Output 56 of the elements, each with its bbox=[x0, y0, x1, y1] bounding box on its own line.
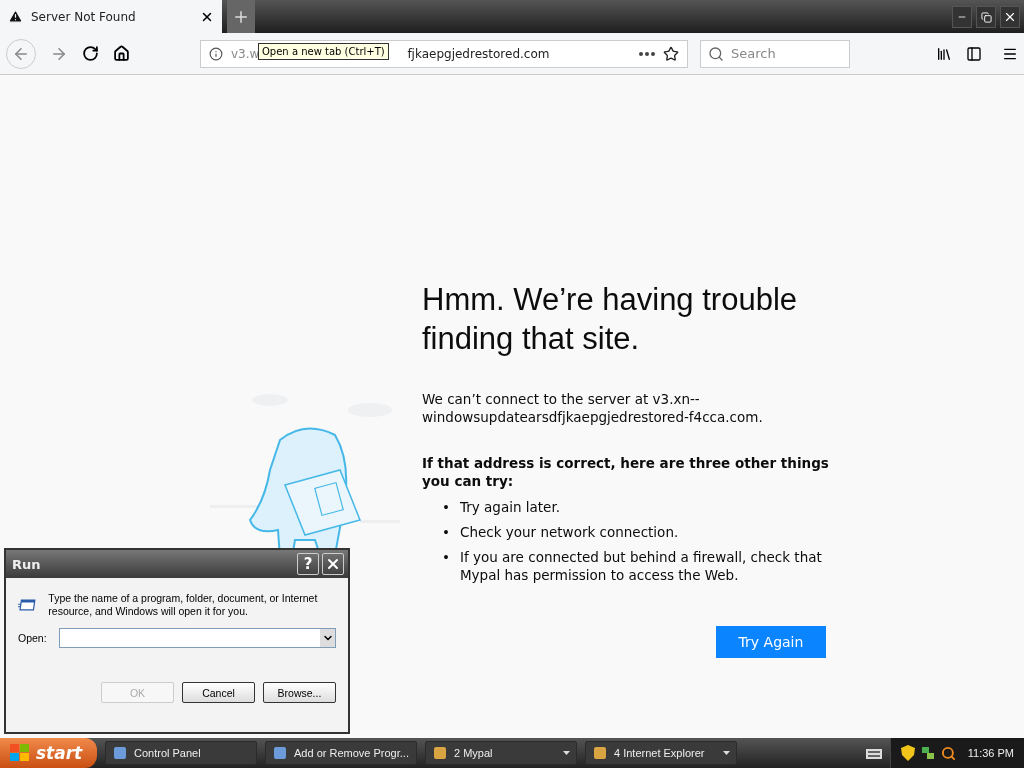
warning-icon bbox=[8, 9, 23, 24]
taskbar-button[interactable]: 2 Mypal bbox=[425, 741, 577, 765]
app-icon bbox=[592, 745, 608, 761]
search-field[interactable]: Search bbox=[700, 39, 850, 68]
open-field[interactable] bbox=[58, 628, 336, 648]
caret-icon bbox=[723, 751, 730, 755]
sidebar-icon[interactable] bbox=[966, 45, 982, 62]
url-text: v3.w bbox=[231, 46, 260, 61]
suggestion-item: Check your network connection. bbox=[459, 523, 679, 541]
taskbar-button[interactable]: 4 Internet Explorer bbox=[585, 741, 737, 765]
restore-button[interactable] bbox=[976, 6, 996, 28]
url-text: fjkaepgjedrestored.com bbox=[407, 46, 550, 61]
tab-title: Server Not Found bbox=[31, 9, 137, 24]
bullet: • bbox=[442, 548, 450, 567]
bullet: • bbox=[442, 498, 450, 516]
dialog-description: Type the name of a program, folder, document, or Internet resource, and Windows will open it for you. bbox=[48, 592, 319, 618]
caret-icon bbox=[563, 751, 570, 755]
close-button[interactable] bbox=[1000, 6, 1020, 28]
new-tab-button[interactable] bbox=[227, 0, 255, 33]
open-label: Open: bbox=[18, 632, 47, 644]
network-icon[interactable] bbox=[920, 746, 935, 760]
bullet: • bbox=[442, 523, 450, 541]
try-again-button[interactable]: Try Again bbox=[716, 626, 826, 658]
help-button[interactable]: ? bbox=[297, 553, 319, 575]
shield-icon[interactable] bbox=[900, 745, 915, 761]
dropdown-button[interactable] bbox=[320, 629, 335, 647]
minimize-button[interactable] bbox=[952, 6, 972, 28]
search-icon bbox=[708, 45, 724, 62]
app-icon bbox=[272, 745, 288, 761]
taskbar-button[interactable]: Add or Remove Progr... bbox=[265, 741, 417, 765]
more-icon[interactable] bbox=[639, 51, 655, 56]
clock: 11:36 PM bbox=[967, 747, 1014, 759]
close-icon bbox=[325, 556, 341, 572]
keyboard-icon[interactable] bbox=[865, 747, 882, 759]
close-icon bbox=[1003, 10, 1017, 24]
browser-tab[interactable]: Server Not Found bbox=[0, 0, 222, 33]
suggestion-item: If you are connected but behind a firewall, check that Mypal has permission to access the Web. bbox=[459, 548, 823, 584]
reload-icon[interactable] bbox=[82, 45, 99, 62]
error-heading: Hmm. We’re having trouble finding that site. bbox=[422, 281, 798, 358]
taskbar-button[interactable]: Control Panel bbox=[105, 741, 257, 765]
suggestion-item: Try again later. bbox=[459, 498, 560, 516]
suggestions-title: If that address is correct, here are three other things you can try: bbox=[422, 454, 830, 490]
restore-icon bbox=[980, 11, 992, 23]
dialog-button[interactable]: Browse... bbox=[263, 682, 336, 703]
app-icon bbox=[112, 745, 128, 761]
dialog-button[interactable]: Cancel bbox=[182, 682, 255, 703]
star-icon[interactable] bbox=[663, 45, 679, 62]
dialog-title: Run bbox=[12, 556, 42, 572]
info-icon bbox=[209, 46, 223, 61]
search-icon[interactable] bbox=[940, 745, 956, 761]
home-icon[interactable] bbox=[113, 45, 130, 62]
library-icon[interactable] bbox=[936, 45, 952, 62]
error-message: We can’t connect to the server at v3.xn--windowsupdatearsdfjkaepgjedrestored-f4cca.com. bbox=[422, 390, 764, 426]
windows-logo bbox=[10, 744, 30, 762]
tooltip: Open a new tab (Ctrl+T) bbox=[258, 43, 389, 60]
app-icon bbox=[432, 745, 448, 761]
